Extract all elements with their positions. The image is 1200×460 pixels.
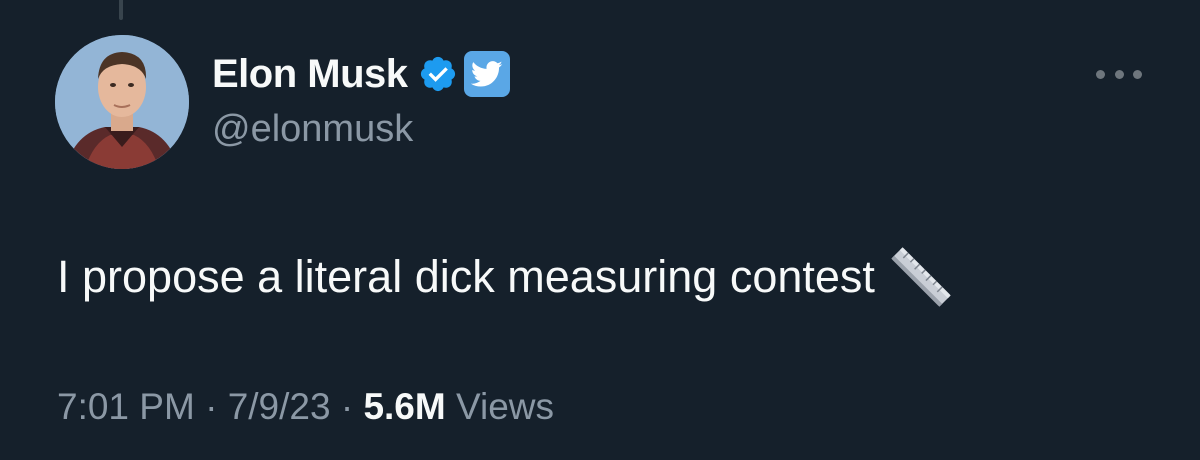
straight-ruler-icon <box>889 245 953 309</box>
tweet-text: I propose a literal dick measuring conte… <box>57 251 875 302</box>
twitter-bird-icon <box>463 51 510 97</box>
display-name[interactable]: Elon Musk <box>212 52 408 97</box>
more-options-icon[interactable] <box>1096 60 1142 88</box>
tweet-meta: 7:01 PM · 7/9/23 · 5.6M Views <box>57 383 554 431</box>
more-dot <box>1096 69 1105 79</box>
meta-separator: · <box>330 386 364 427</box>
more-dot <box>1133 69 1142 79</box>
avatar-image <box>55 35 189 169</box>
tweet-time[interactable]: 7:01 PM <box>57 386 195 427</box>
more-dot <box>1114 69 1124 79</box>
thread-connector-line <box>119 0 123 20</box>
meta-separator: · <box>194 386 228 427</box>
views-count[interactable]: 5.6M <box>363 386 445 427</box>
tweet-date[interactable]: 7/9/23 <box>228 386 331 427</box>
author-name-row: Elon Musk <box>212 50 510 98</box>
views-label[interactable]: Views <box>446 386 554 427</box>
author-handle[interactable]: @elonmusk <box>212 108 413 151</box>
verified-badge-icon <box>418 54 458 94</box>
avatar[interactable] <box>55 35 189 169</box>
tweet-body: I propose a literal dick measuring conte… <box>57 245 953 309</box>
